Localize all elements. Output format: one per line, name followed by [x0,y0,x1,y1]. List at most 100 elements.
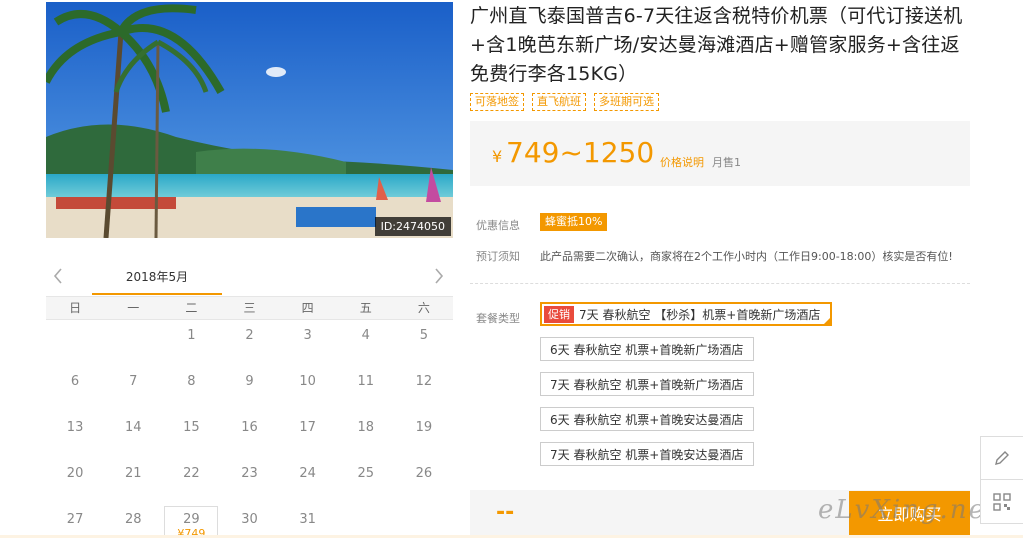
calendar-day[interactable]: 13 [46,412,104,458]
divider [470,283,970,284]
product-tags: 可落地签 直飞航班 多班期可选 [470,93,659,111]
calendar-day-number: 4 [361,328,370,343]
chevron-left-icon[interactable] [48,266,68,288]
calendar-day[interactable]: 23 [220,458,278,504]
calendar-day-number: 28 [124,512,142,527]
calendar-day[interactable]: 27 [46,504,104,538]
calendar-day[interactable]: 8 [162,366,220,412]
package-option[interactable]: 促销 7天 春秋航空 【秒杀】机票+首晚新广场酒店 [540,302,833,326]
product-title: 广州直飞泰国普吉6-7天往返含税特价机票（可代订接送机+含1晚芭东新广场/安达曼… [470,5,963,85]
calendar-day-number: 19 [415,420,433,435]
calendar-day[interactable]: 20 [46,458,104,504]
calendar-day[interactable]: 14 [104,412,162,458]
calendar-empty-cell [104,320,162,366]
product-photo[interactable]: ID:2474050 [46,2,453,238]
weekday-label: 五 [359,301,372,315]
calendar-day-number: 23 [241,466,258,481]
calendar-day[interactable]: 4 [337,320,395,366]
buy-now-button[interactable]: 立即购买 [849,491,970,538]
pencil-icon[interactable] [980,436,1023,480]
calendar-day[interactable]: 6 [46,366,104,412]
weekday-label: 一 [127,301,140,315]
price-note-link[interactable]: 价格说明 [660,154,704,170]
calendar-empty-cell [395,504,453,538]
package-option[interactable]: 7天 春秋航空 机票+首晚新广场酒店 [540,372,755,396]
calendar-day[interactable]: 11 [337,366,395,412]
calendar-day-number: 7 [129,374,138,389]
calendar-day-number: 11 [357,374,375,389]
promo-badge: 促销 [544,305,574,323]
calendar-nav: 2018年5月 [46,264,453,296]
calendar-day[interactable]: 30 [220,504,278,538]
calendar-day-number: 22 [183,466,200,481]
weekday-label: 二 [185,301,198,315]
calendar-days: 1 2 3 4 5 6 7 8 9 10 11 12 13 14 15 16 17 18 19 20 21 22 23 24 2… [46,320,453,538]
calendar-day[interactable]: 12 [395,366,453,412]
notice-label: 预订须知 [476,250,520,263]
beach-illustration [46,2,453,238]
calendar-day-number: 6 [70,374,80,389]
calendar-day[interactable]: 1 [162,320,220,366]
monthly-sales: 月售1 [712,156,741,169]
calendar-day[interactable]: 10 [279,366,337,412]
tag-direct-flight: 直飞航班 [532,93,586,111]
calendar-day-number: 27 [66,512,84,527]
weekday-label: 三 [243,301,256,315]
package-label: 套餐类型 [476,312,520,325]
calendar-weekday-header: 日 一 二 三 四 五 六 [46,296,453,320]
package-option[interactable]: 7天 春秋航空 机票+首晚安达曼酒店 [540,442,755,466]
calendar-day-number: 10 [299,374,316,389]
calendar-day[interactable]: 31 [279,504,337,538]
package-option[interactable]: 6天 春秋航空 机票+首晚安达曼酒店 [540,407,755,431]
package-option[interactable]: 6天 春秋航空 机票+首晚新广场酒店 [540,337,755,361]
package-option-label: 6天 春秋航空 机票+首晚新广场酒店 [550,342,744,357]
weekday-label: 日 [69,301,82,315]
calendar-day-number: 15 [183,420,200,435]
calendar-day[interactable]: 25 [337,458,395,504]
calendar-day-number: 20 [66,466,84,481]
calendar-day[interactable]: 9 [220,366,278,412]
discount-badge: 蜂蜜抵10% [540,213,608,231]
weekday-label: 六 [417,301,430,315]
calendar-day[interactable]: 21 [104,458,162,504]
calendar-day-number: 2 [245,328,254,343]
calendar-day[interactable]: 19 [395,412,453,458]
calendar-day-number: 14 [124,420,142,435]
calendar-day-number: 1 [187,328,196,343]
calendar-day-number: 5 [419,328,429,343]
calendar-empty-cell [46,320,104,366]
discount-label: 优惠信息 [476,219,520,232]
price-panel: ¥ 749~1250 价格说明 月售1 [470,121,970,186]
calendar-day[interactable]: 26 [395,458,453,504]
calendar-day[interactable]: 24 [279,458,337,504]
calendar-day[interactable]: 15 [162,412,220,458]
calendar-day-number: 26 [415,466,433,481]
total-price: -- [496,500,515,525]
calendar-day[interactable]: 7 [104,366,162,412]
notice-text: 此产品需要二次确认，商家将在2个工作小时内（工作日9:00-18:00）核实是否… [540,250,953,263]
chevron-right-icon[interactable] [429,266,449,288]
tag-multi-schedule: 多班期可选 [594,93,659,111]
calendar-day-number: 16 [241,420,258,435]
qr-code-icon[interactable] [980,480,1023,524]
calendar-day-number: 18 [357,420,375,435]
package-option-label: 7天 春秋航空 机票+首晚安达曼酒店 [550,447,744,462]
side-toolbar [980,436,1023,524]
calendar-day[interactable]: 18 [337,412,395,458]
calendar: 日 一 二 三 四 五 六 1 2 3 4 5 6 7 8 9 10 11 12 13 14 15 16 17 1… [46,296,453,538]
calendar-day-number: 17 [299,420,316,435]
calendar-day[interactable]: 29 ¥749 [164,506,219,538]
package-list: 促销 7天 春秋航空 【秒杀】机票+首晚新广场酒店 6天 春秋航空 机票+首晚新广场… [540,302,833,466]
price-range: 749~1250 [506,136,655,169]
calendar-day[interactable]: 5 [395,320,453,366]
calendar-day[interactable]: 22 [162,458,220,504]
calendar-month[interactable]: 2018年5月 [92,268,222,285]
calendar-day[interactable]: 17 [279,412,337,458]
calendar-day[interactable]: 3 [279,320,337,366]
calendar-day[interactable]: 28 [104,504,162,538]
calendar-day-number: 13 [66,420,84,435]
package-option-label: 7天 春秋航空 机票+首晚新广场酒店 [550,377,744,392]
calendar-day[interactable]: 2 [220,320,278,366]
calendar-day[interactable]: 16 [220,412,278,458]
weekday-label: 四 [301,301,314,315]
